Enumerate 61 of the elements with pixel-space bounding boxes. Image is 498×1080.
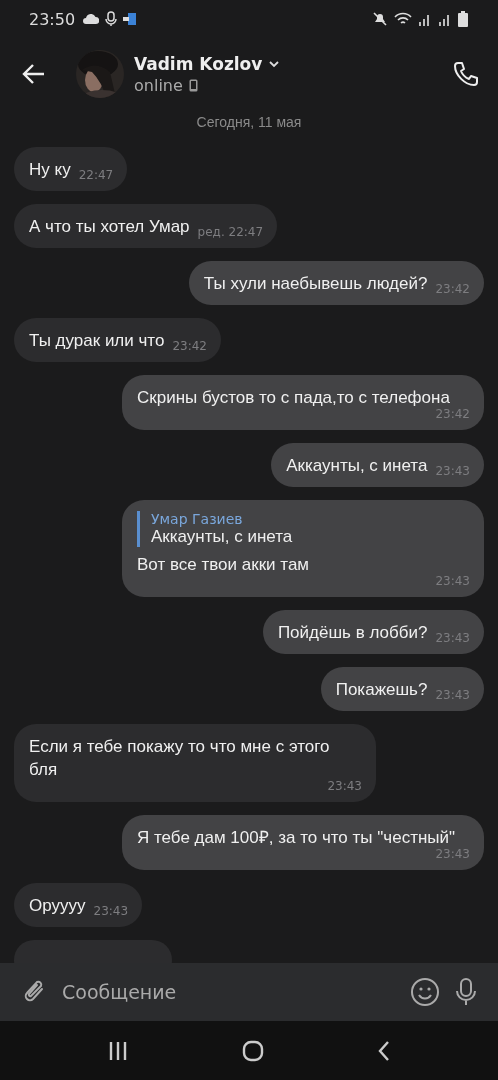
mute-icon <box>372 11 388 27</box>
message-text: Аккаунты, с инета <box>286 455 428 477</box>
microphone-icon <box>105 11 118 27</box>
microphone-icon[interactable] <box>454 977 478 1007</box>
message-bubble[interactable]: Я тебе дам 100₽, за то что ты "честный" 23:43 <box>122 815 484 870</box>
message-composer[interactable]: Сообщение <box>0 963 498 1021</box>
reply-author: Умар Газиев <box>151 511 244 527</box>
home-icon[interactable] <box>242 1039 264 1062</box>
message-text: Вот все твои акки там <box>137 554 310 576</box>
message-time: 23:43 <box>326 779 362 793</box>
message-time: 23:42 <box>435 282 470 296</box>
back-arrow-icon[interactable] <box>22 63 46 85</box>
message-time: 23:43 <box>435 631 470 645</box>
message-bubble[interactable]: Если я тебе покажу то что мне с этого бля 23:43 <box>14 724 376 802</box>
date-separator: Сегодня, 11 мая <box>196 114 302 130</box>
message-time: 22:47 <box>78 168 114 182</box>
message-bubble[interactable]: Ты хули наебывешь людей? 23:42 <box>188 261 484 305</box>
message-bubble[interactable]: Ты дурак или что 23:42 <box>14 318 221 362</box>
back-chevron-icon[interactable] <box>377 1039 392 1062</box>
message-text: Оруууу <box>29 895 86 917</box>
message-text: Покажешь? <box>335 679 428 701</box>
reply-text: Аккаунты, с инета <box>151 527 294 547</box>
phone-device-icon <box>188 78 198 92</box>
message-time: 23:43 <box>435 688 470 702</box>
message-time: 23:43 <box>93 904 129 918</box>
message-bubble[interactable]: Скрины бустов то с пада,то с телефона 23:42 <box>122 375 484 430</box>
message-text: Скрины бустов то с пада,то с телефона <box>137 387 450 409</box>
message-text: Ну ку <box>29 159 71 181</box>
signal-icon <box>418 12 432 26</box>
message-text: Я тебе дам 100₽, за то что ты "честный" <box>137 827 456 849</box>
message-bubble[interactable]: Оруууу 23:43 <box>14 883 143 927</box>
message-text: Ты хули наебывешь людей? <box>203 273 428 295</box>
message-bubble[interactable]: Покажешь? 23:43 <box>320 667 484 711</box>
phone-icon[interactable] <box>452 60 480 88</box>
contact-name[interactable]: Vadim Kozlov <box>134 53 263 74</box>
cloud-icon <box>83 14 100 24</box>
message-text: А что ты хотел Умар <box>29 216 190 238</box>
message-time: 23:42 <box>172 339 207 353</box>
reply-quote[interactable]: Умар Газиев Аккаунты, с инета <box>137 511 470 547</box>
battery-icon <box>458 11 468 27</box>
message-text: Ты дурак или что <box>29 330 165 352</box>
message-bubble[interactable]: А что ты хотел Умар ред. 22:47 <box>14 204 278 248</box>
app-icon <box>123 12 138 26</box>
wifi-icon <box>394 12 412 26</box>
message-time: 23:43 <box>435 464 470 478</box>
message-bubble[interactable]: Аккаунты, с инета 23:43 <box>271 443 484 487</box>
message-text: Если я тебе покажу то что мне с этого бля <box>29 736 331 781</box>
message-input[interactable]: Сообщение <box>62 975 396 1009</box>
message-time: 23:43 <box>434 574 470 588</box>
status-time: 23:50 <box>29 9 76 29</box>
message-text: Пойдёшь в лобби? <box>277 622 428 644</box>
signal-icon <box>438 12 452 26</box>
chevron-down-icon[interactable] <box>268 59 281 68</box>
message-bubble[interactable]: Пойдёшь в лобби? 23:43 <box>262 610 484 654</box>
message-time: 23:43 <box>434 847 470 861</box>
message-time: ред. 22:47 <box>197 225 264 239</box>
message-bubble[interactable]: Умар Газиев Аккаунты, с инета Вот все твои акки там 23:43 <box>122 500 484 597</box>
message-time: 23:42 <box>434 407 470 421</box>
message-bubble[interactable]: Ну ку 22:47 <box>14 147 128 191</box>
contact-status: online <box>134 75 183 95</box>
smiley-icon[interactable] <box>410 977 440 1007</box>
